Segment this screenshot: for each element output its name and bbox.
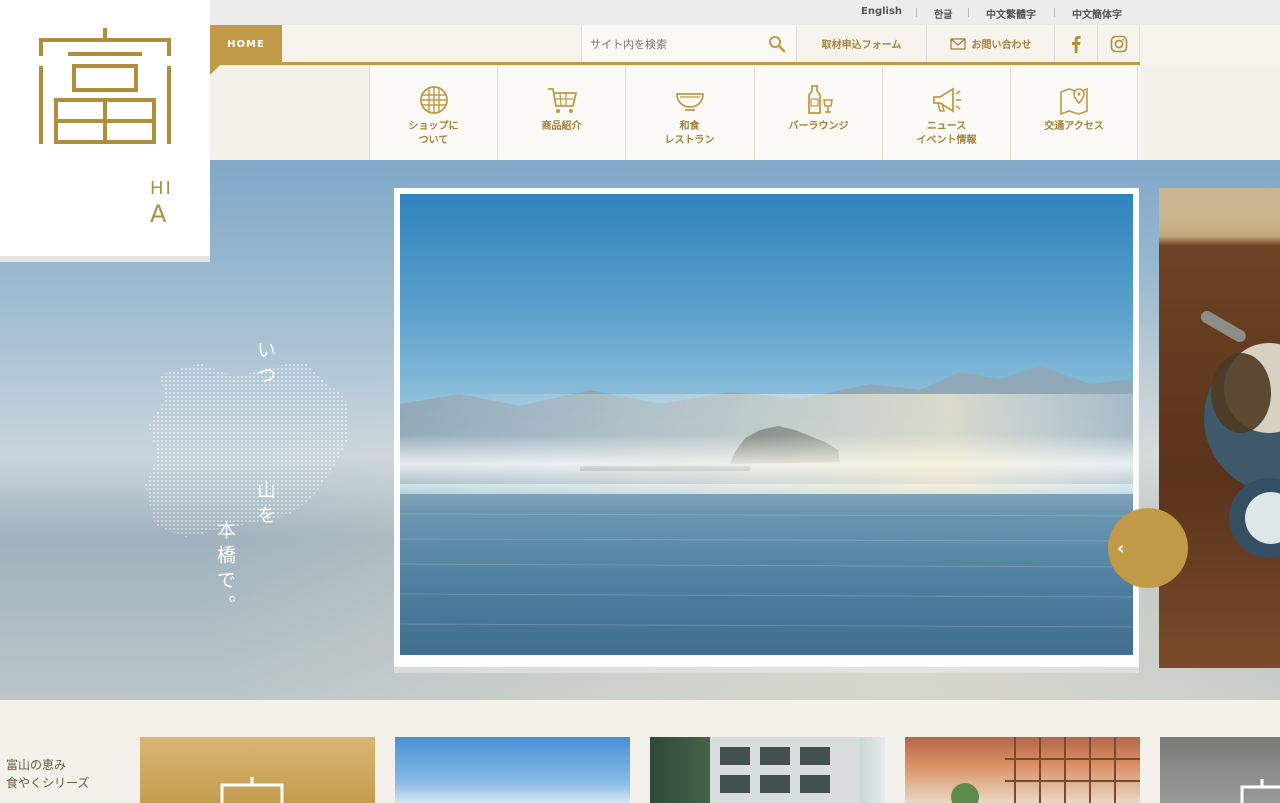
thumbnail-card[interactable] [905,737,1140,803]
press-form-label: 取材申込フォーム [821,40,902,51]
series-caption: 富山の恵み 食やくシリーズ [6,758,90,790]
lang-separator [1054,8,1055,17]
dish-illustration [1159,188,1280,558]
contact-button[interactable]: お問い合わせ [926,25,1054,62]
facebook-icon [1072,35,1081,53]
globe-grid-icon [419,86,448,114]
nav-item-access[interactable]: 交通アクセス [1010,66,1138,160]
home-tab[interactable]: HOME [210,25,282,63]
header-divider [210,62,1140,65]
hero-tagline-col-1: いつ [254,340,276,390]
lang-separator [968,8,969,17]
nav-label: 交通アクセス [1044,121,1104,132]
shopping-cart-icon [547,88,577,113]
rice-bowl-icon [675,93,704,111]
nav-item-bar-lounge[interactable]: バーラウンジ [754,66,882,160]
facebook-button[interactable] [1054,25,1097,62]
megaphone-icon [932,87,961,113]
sake-bottle-icon [807,85,833,114]
lang-separator [916,8,917,17]
thumbnail-logo-mark [220,777,284,803]
nav-label: ショップに ついて [408,121,459,146]
lake-mountain-illustration [400,366,1133,655]
lang-simplified-chinese[interactable]: 中文簡体字 [1072,6,1122,21]
lang-english[interactable]: English [861,6,902,17]
hero-tagline-col-2: 山を [254,480,276,530]
chevron-left-icon: ‹ [1117,538,1125,559]
map-pin-icon [1060,87,1088,116]
wooden-shelf-illustration [951,737,1140,803]
nav-label: 和食 レストラン [664,121,715,146]
site-logo[interactable]: HI A [0,0,210,262]
nav-item-news-events[interactable]: ニュース イベント情報 [882,66,1010,160]
building-illustration [710,737,860,803]
lang-traditional-chinese[interactable]: 中文繁體字 [986,6,1036,21]
logo-kanji-mark [39,28,171,144]
thumbnail-logo-mark [1240,779,1280,803]
search-icon[interactable] [768,35,786,53]
logo-text-line-1: HI [150,178,173,199]
toyama-map-silhouette [145,361,350,537]
logo-text-line-2: A [150,200,169,228]
nav-label: ニュース イベント情報 [916,121,977,146]
instagram-button[interactable] [1097,25,1140,62]
home-tab-corner [210,63,222,75]
thumbnail-card[interactable] [140,737,375,803]
contact-label: お問い合わせ [971,40,1032,51]
next-slide-preview[interactable] [1159,188,1280,668]
hero-tagline-col-3: 本橋で。 [214,520,236,620]
hero-slide-photo [400,194,1133,655]
nav-label: 商品紹介 [541,121,582,132]
mail-icon [949,37,966,50]
press-form-button[interactable]: 取材申込フォーム [796,25,926,62]
nav-item-restaurant[interactable]: 和食 レストラン [625,66,753,160]
thumbnail-card[interactable] [395,737,630,803]
nav-item-products[interactable]: 商品紹介 [497,66,625,160]
nav-item-about-shop[interactable]: ショップに ついて [369,66,497,160]
search-box [581,25,796,62]
search-input[interactable] [590,35,760,53]
lang-korean[interactable]: 한글 [934,6,952,21]
instagram-icon [1110,35,1127,52]
thumbnail-card[interactable] [1160,737,1280,803]
nav-label: バーラウンジ [788,121,849,132]
thumbnail-card[interactable] [650,737,885,803]
